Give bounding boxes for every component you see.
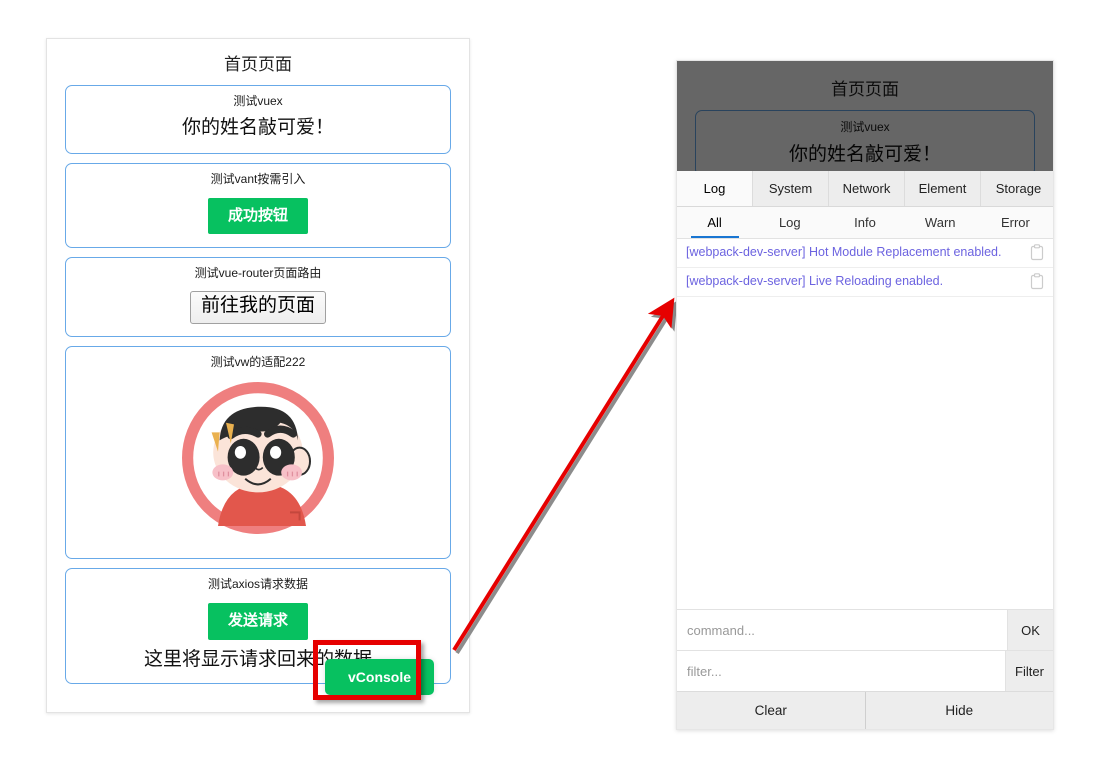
log-level-info[interactable]: Info <box>827 207 902 238</box>
vconsole-masked-page: 首页页面 测试vuex 你的姓名敲可爱！ <box>677 61 1053 171</box>
log-row[interactable]: [webpack-dev-server] Hot Module Replacem… <box>677 239 1053 268</box>
log-level-error[interactable]: Error <box>978 207 1053 238</box>
vconsole-mask-overlay[interactable] <box>677 61 1053 171</box>
clipboard-icon[interactable] <box>1029 273 1045 290</box>
log-level-warn[interactable]: Warn <box>903 207 978 238</box>
vconsole-panel: 首页页面 测试vuex 你的姓名敲可爱！ Log System Network … <box>676 60 1054 730</box>
vconsole-log-list[interactable]: [webpack-dev-server] Hot Module Replacem… <box>677 239 1053 609</box>
log-level-all[interactable]: All <box>677 207 752 238</box>
shinchan-avatar-icon <box>182 382 334 535</box>
log-row-text: [webpack-dev-server] Hot Module Replacem… <box>686 245 1002 260</box>
vconsole-switch-button[interactable]: vConsole <box>325 659 435 695</box>
goto-my-page-button[interactable]: 前往我的页面 <box>189 290 326 324</box>
vconsole-log-levelbar: All Log Info Warn Error <box>677 207 1053 239</box>
vconsole-command-row: OK <box>677 609 1053 650</box>
filter-button[interactable]: Filter <box>1005 651 1053 691</box>
vconsole-filter-row: Filter <box>677 650 1053 691</box>
log-row[interactable]: [webpack-dev-server] Live Reloading enab… <box>677 268 1053 297</box>
hide-button[interactable]: Hide <box>864 692 1054 729</box>
command-ok-button[interactable]: OK <box>1007 610 1053 650</box>
card-vue-router: 测试vue-router页面路由 前往我的页面 <box>65 257 451 337</box>
command-input[interactable] <box>677 610 1007 650</box>
tab-network[interactable]: Network <box>829 171 905 206</box>
card-vue-router-label: 测试vue-router页面路由 <box>194 266 322 281</box>
avatar-box <box>74 374 442 549</box>
clipboard-icon[interactable] <box>1029 244 1045 261</box>
vconsole-bottombar: Clear Hide <box>677 691 1053 729</box>
card-vuex-value: 你的姓名敲可爱！ <box>181 117 334 139</box>
page-title: 首页页面 <box>224 55 292 74</box>
card-list: 测试vuex 你的姓名敲可爱！ 测试vant按需引入 成功按钮 测试vue-ro… <box>47 85 469 685</box>
tab-system[interactable]: System <box>753 171 829 206</box>
tab-log[interactable]: Log <box>677 171 753 206</box>
card-axios-label: 测试axios请求数据 <box>207 577 308 592</box>
card-vuex: 测试vuex 你的姓名敲可爱！ <box>65 85 451 154</box>
card-vant-label: 测试vant按需引入 <box>210 171 306 186</box>
card-vw-adapt: 测试vw的适配222 <box>65 345 451 560</box>
card-vw-adapt-label: 测试vw的适配222 <box>210 354 306 369</box>
filter-input[interactable] <box>677 651 1005 691</box>
log-level-log[interactable]: Log <box>752 207 827 238</box>
tab-element[interactable]: Element <box>905 171 981 206</box>
clear-button[interactable]: Clear <box>677 692 865 729</box>
vconsole-tabbar: Log System Network Element Storage <box>677 171 1053 207</box>
card-vuex-label: 测试vuex <box>233 94 283 109</box>
card-vant: 测试vant按需引入 成功按钮 <box>65 162 451 249</box>
annotation-arrow <box>452 297 678 655</box>
mobile-page-container: 首页页面 测试vuex 你的姓名敲可爱！ 测试vant按需引入 成功按钮 测试v… <box>46 38 470 713</box>
tab-storage[interactable]: Storage <box>981 171 1053 206</box>
send-request-button[interactable]: 发送请求 <box>207 603 308 640</box>
success-button[interactable]: 成功按钮 <box>207 197 308 235</box>
log-row-text: [webpack-dev-server] Live Reloading enab… <box>686 274 944 289</box>
screenshot-root: 首页页面 测试vuex 你的姓名敲可爱！ 测试vant按需引入 成功按钮 测试v… <box>0 0 1100 768</box>
